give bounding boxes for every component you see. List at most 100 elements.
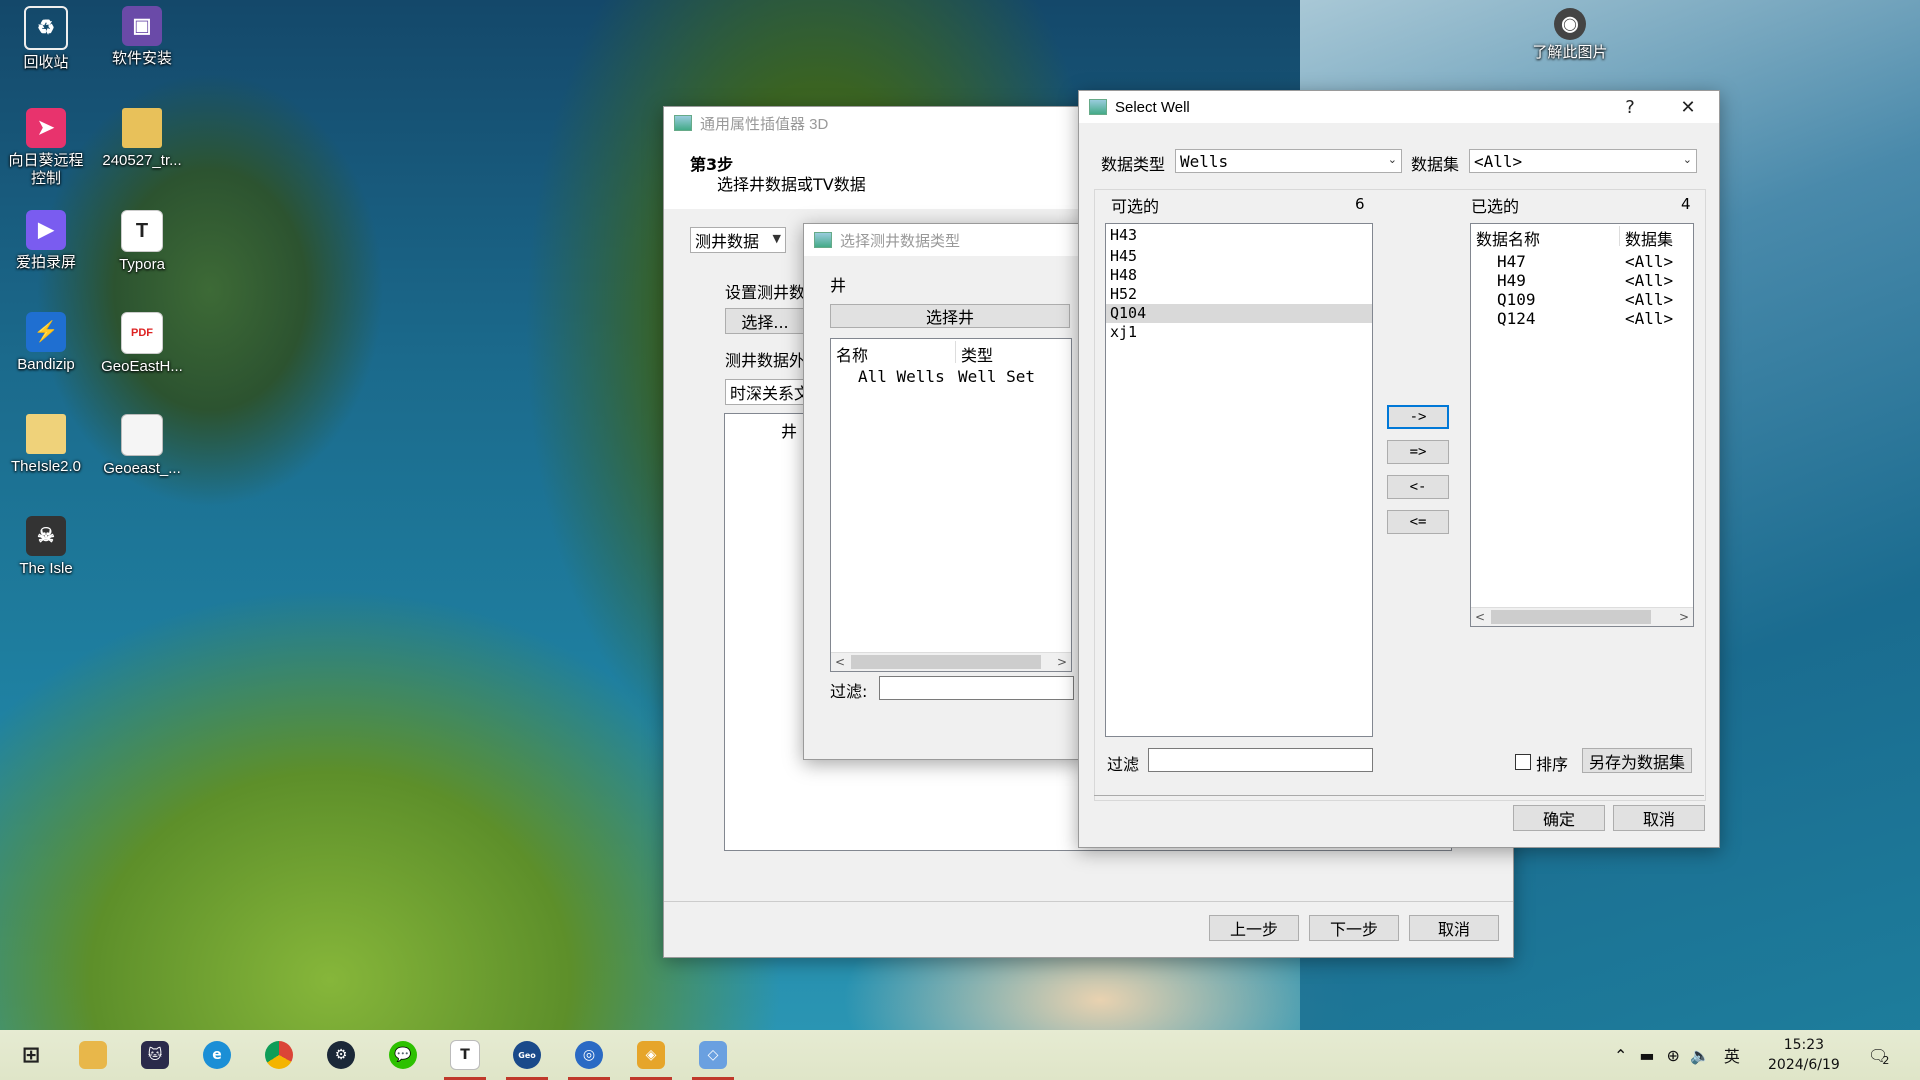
taskbar-file-explorer[interactable] bbox=[62, 1030, 124, 1080]
desktop-icon-installer[interactable]: ▣ 软件安装 bbox=[100, 6, 184, 68]
selected-table[interactable]: 数据名称 数据集 H47 <All> H49 <All> Q109 <All> … bbox=[1470, 223, 1694, 627]
app-icon bbox=[674, 115, 692, 131]
ime-indicator[interactable]: 英 bbox=[1724, 1043, 1740, 1067]
horizontal-scrollbar[interactable]: < > bbox=[831, 652, 1071, 671]
clock-time: 15:23 bbox=[1783, 1037, 1825, 1053]
desktop-icon-sunlogin[interactable]: ➤ 向日葵远程控制 bbox=[4, 108, 88, 188]
desktop-icon-theisle2[interactable]: TheIsle2.0 bbox=[4, 414, 88, 476]
dataset-select[interactable]: <All> ⌄ bbox=[1469, 149, 1697, 173]
select-well-dialog: Select Well ? ✕ 数据类型 Wells ⌄ 数据集 <All> ⌄ 可… bbox=[1078, 90, 1720, 848]
desktop-icon-pdf[interactable]: PDF GeoEastH... bbox=[100, 312, 184, 376]
desktop-icon-bandizip[interactable]: ⚡ Bandizip bbox=[4, 312, 88, 374]
desktop-icon-typora[interactable]: T Typora bbox=[100, 210, 184, 274]
map-app-icon: ◇ bbox=[699, 1041, 727, 1069]
network-icon[interactable]: ⊕ bbox=[1667, 1046, 1680, 1065]
data-type-select[interactable]: Wells ⌄ bbox=[1175, 149, 1402, 173]
available-list[interactable]: H43 H45 H48 H52 Q104 xj1 bbox=[1105, 223, 1373, 737]
table-row[interactable]: <All> bbox=[1625, 309, 1673, 328]
bandizip-icon: ⚡ bbox=[26, 312, 66, 352]
list-item[interactable]: H52 bbox=[1106, 285, 1372, 304]
battery-icon[interactable]: ▬ bbox=[1639, 1046, 1654, 1065]
list-item-selected[interactable]: Q104 bbox=[1106, 304, 1372, 323]
search-app-icon: ◎ bbox=[575, 1041, 603, 1069]
taskbar-steam[interactable]: ⚙ bbox=[310, 1030, 372, 1080]
sort-checkbox[interactable] bbox=[1515, 754, 1531, 770]
chevron-right-icon[interactable]: > bbox=[1675, 608, 1693, 626]
remove-button[interactable]: <- bbox=[1387, 475, 1449, 499]
desktop-icon-recorder[interactable]: ▶ 爱拍录屏 bbox=[4, 210, 88, 272]
camera-icon: ◉ bbox=[1554, 8, 1586, 40]
ok-button[interactable]: 确定 bbox=[1513, 805, 1605, 831]
start-icon: ⊞ bbox=[21, 1042, 41, 1068]
notification-button[interactable]: 🗨 2 bbox=[1868, 1030, 1889, 1080]
desktop-icon-geoeast-file[interactable]: Geoeast_... bbox=[100, 414, 184, 478]
row-name[interactable]: All Wells bbox=[858, 367, 945, 386]
table-row[interactable]: <All> bbox=[1625, 252, 1673, 271]
taskbar-edge[interactable]: e bbox=[186, 1030, 248, 1080]
chevron-right-icon[interactable]: > bbox=[1053, 653, 1071, 671]
back-button[interactable]: 上一步 bbox=[1209, 915, 1299, 941]
table-row[interactable]: <All> bbox=[1625, 271, 1673, 290]
select-button[interactable]: 选择... bbox=[725, 308, 805, 334]
row-type[interactable]: Well Set bbox=[958, 367, 1035, 386]
select-well-button[interactable]: 选择井 bbox=[830, 304, 1070, 328]
taskbar-wechat[interactable]: 💬 bbox=[372, 1030, 434, 1080]
divider bbox=[664, 901, 1513, 902]
list-item[interactable]: H45 bbox=[1106, 247, 1372, 266]
taskbar-geoeast[interactable]: Geo bbox=[496, 1030, 558, 1080]
table-row[interactable]: <All> bbox=[1625, 290, 1673, 309]
well-type-table[interactable]: 名称 类型 All Wells Well Set < > bbox=[830, 338, 1072, 672]
chevron-down-icon: ⌄ bbox=[1682, 153, 1692, 167]
taskbar-search-app[interactable]: ◎ bbox=[558, 1030, 620, 1080]
remove-all-button[interactable]: <= bbox=[1387, 510, 1449, 534]
taskbar-cat-app[interactable]: 🐱 bbox=[124, 1030, 186, 1080]
chevron-up-icon[interactable]: ⌃ bbox=[1614, 1046, 1627, 1065]
table-row[interactable]: Q124 bbox=[1497, 309, 1536, 328]
taskbar-typora[interactable]: T bbox=[434, 1030, 496, 1080]
table-row[interactable]: H47 bbox=[1497, 252, 1526, 271]
help-button[interactable]: ? bbox=[1607, 91, 1653, 123]
list-item[interactable]: H43 bbox=[1106, 224, 1372, 247]
installer-icon: ▣ bbox=[122, 6, 162, 46]
desktop-icon-recycle-bin[interactable]: ♻ 回收站 bbox=[4, 6, 88, 72]
column-dataset: 数据集 bbox=[1625, 230, 1674, 249]
taskbar-geo-app[interactable]: ◈ bbox=[620, 1030, 682, 1080]
next-button[interactable]: 下一步 bbox=[1309, 915, 1399, 941]
pdf-icon: PDF bbox=[121, 312, 163, 354]
list-item[interactable]: H48 bbox=[1106, 266, 1372, 285]
recycle-bin-icon: ♻ bbox=[24, 6, 68, 50]
available-label: 可选的 bbox=[1111, 197, 1160, 216]
desktop-icon-the-isle[interactable]: ☠ The Isle bbox=[4, 516, 88, 578]
scroll-thumb[interactable] bbox=[1491, 610, 1651, 624]
wizard-cancel-button[interactable]: 取消 bbox=[1409, 915, 1499, 941]
taskbar-map-app[interactable]: ◇ bbox=[682, 1030, 744, 1080]
desktop-icon-folder-240527[interactable]: 240527_tr... bbox=[100, 108, 184, 170]
horizontal-scrollbar[interactable]: < > bbox=[1471, 607, 1693, 626]
data-type-combo[interactable]: 测井数据 ▼ bbox=[690, 227, 786, 253]
chevron-left-icon[interactable]: < bbox=[831, 653, 849, 671]
filter-input[interactable] bbox=[879, 676, 1074, 700]
scroll-thumb[interactable] bbox=[851, 655, 1041, 669]
selected-count: 4 bbox=[1681, 195, 1691, 213]
clock[interactable]: 15:23 2024/6/19 bbox=[1768, 1030, 1840, 1080]
start-button[interactable]: ⊞ bbox=[0, 1030, 62, 1080]
table-row[interactable]: H49 bbox=[1497, 271, 1526, 290]
list-item[interactable]: xj1 bbox=[1106, 323, 1372, 342]
available-count: 6 bbox=[1355, 195, 1365, 213]
divider bbox=[1094, 795, 1704, 796]
group-label: 井 bbox=[830, 276, 847, 295]
close-button[interactable]: ✕ bbox=[1665, 91, 1711, 123]
table-row[interactable]: Q109 bbox=[1497, 290, 1536, 309]
add-all-button[interactable]: => bbox=[1387, 440, 1449, 464]
taskbar-chrome[interactable] bbox=[248, 1030, 310, 1080]
filter-label: 过滤 bbox=[1107, 755, 1140, 774]
volume-icon[interactable]: 🔈 bbox=[1690, 1046, 1710, 1065]
cancel-button[interactable]: 取消 bbox=[1613, 805, 1705, 831]
folder-icon bbox=[122, 108, 162, 148]
add-button[interactable]: -> bbox=[1387, 405, 1449, 429]
desktop-icon-learn-picture[interactable]: ◉ 了解此图片 bbox=[1520, 8, 1620, 62]
save-as-dataset-button[interactable]: 另存为数据集 bbox=[1582, 748, 1692, 773]
filter-input[interactable] bbox=[1148, 748, 1373, 772]
cat-icon: 🐱 bbox=[141, 1041, 169, 1069]
chevron-left-icon[interactable]: < bbox=[1471, 608, 1489, 626]
